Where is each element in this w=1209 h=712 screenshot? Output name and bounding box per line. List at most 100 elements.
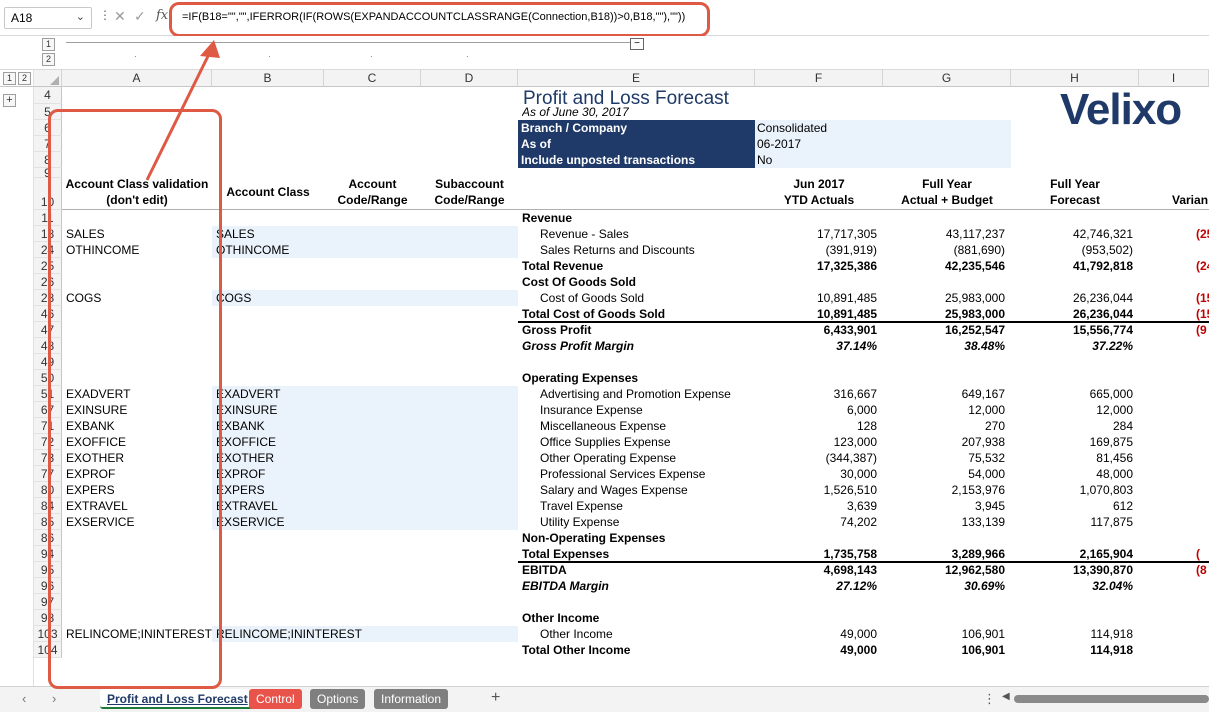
- sheet-tab-information[interactable]: Information: [374, 689, 449, 709]
- cancel-icon[interactable]: ✕: [114, 8, 126, 25]
- row-header-94[interactable]: 94: [34, 546, 62, 562]
- subaccount-code-input[interactable]: [421, 482, 518, 498]
- chevron-down-icon[interactable]: ⌄: [76, 10, 85, 23]
- column-header-a[interactable]: A: [62, 70, 212, 87]
- row-outline-level-2[interactable]: 2: [18, 72, 31, 85]
- collapse-group-button[interactable]: −: [630, 38, 644, 50]
- column-header-b[interactable]: B: [212, 70, 324, 87]
- account-class-validation-cell[interactable]: EXOFFICE: [66, 434, 216, 450]
- name-box[interactable]: A18 ⌄: [4, 7, 92, 29]
- account-class-validation-cell[interactable]: EXSERVICE: [66, 514, 216, 530]
- select-all-corner[interactable]: [34, 70, 62, 87]
- column-header-d[interactable]: D: [421, 70, 518, 87]
- outline-level-2[interactable]: 2: [42, 53, 55, 66]
- param-value[interactable]: No: [755, 152, 1011, 168]
- row-header-73[interactable]: 73: [34, 450, 62, 466]
- account-class-validation-cell[interactable]: EXADVERT: [66, 386, 216, 402]
- row-header-10[interactable]: 10: [34, 178, 62, 210]
- row-header-18[interactable]: 18: [34, 226, 62, 242]
- row-header-84[interactable]: 84: [34, 498, 62, 514]
- account-class-cell[interactable]: OTHINCOME: [216, 242, 376, 258]
- row-header-25[interactable]: 25: [34, 258, 62, 274]
- row-header-24[interactable]: 24: [34, 242, 62, 258]
- account-class-cell[interactable]: SALES: [216, 226, 376, 242]
- account-class-cell[interactable]: EXTRAVEL: [216, 498, 376, 514]
- row-header-7[interactable]: 7: [34, 136, 62, 152]
- formula-input[interactable]: =IF(B18="","",IFERROR(IF(ROWS(EXPANDACCO…: [176, 8, 706, 28]
- insert-function-icon[interactable]: fx: [156, 8, 168, 23]
- account-class-validation-cell[interactable]: COGS: [66, 290, 216, 306]
- row-header-97[interactable]: 97: [34, 594, 62, 610]
- more-options-icon[interactable]: ⋮: [983, 691, 996, 707]
- add-sheet-button[interactable]: +: [491, 689, 500, 707]
- horizontal-scrollbar[interactable]: [1014, 695, 1209, 703]
- account-class-cell[interactable]: EXPERS: [216, 482, 376, 498]
- enter-check-icon[interactable]: ✓: [134, 8, 146, 25]
- account-class-validation-cell[interactable]: EXINSURE: [66, 402, 216, 418]
- row-header-4[interactable]: 4: [34, 87, 62, 104]
- subaccount-code-input[interactable]: [421, 450, 518, 466]
- row-header-6[interactable]: 6: [34, 120, 62, 136]
- subaccount-code-input[interactable]: [421, 418, 518, 434]
- row-header-96[interactable]: 96: [34, 578, 62, 594]
- row-outline-level-1[interactable]: 1: [3, 72, 16, 85]
- account-class-cell[interactable]: EXBANK: [216, 418, 376, 434]
- row-header-98[interactable]: 98: [34, 610, 62, 626]
- subaccount-code-input[interactable]: [421, 402, 518, 418]
- sheet-tab-profit-and-loss-forecast[interactable]: Profit and Loss Forecast: [100, 689, 255, 709]
- account-class-validation-cell[interactable]: EXTRAVEL: [66, 498, 216, 514]
- row-header-28[interactable]: 28: [34, 290, 62, 306]
- row-header-80[interactable]: 80: [34, 482, 62, 498]
- param-value[interactable]: 06-2017: [755, 136, 1011, 152]
- account-class-cell[interactable]: EXADVERT: [216, 386, 376, 402]
- column-header-f[interactable]: F: [755, 70, 883, 87]
- row-header-85[interactable]: 85: [34, 514, 62, 530]
- scroll-left-icon[interactable]: ◀: [1002, 691, 1010, 702]
- row-header-72[interactable]: 72: [34, 434, 62, 450]
- expand-rows-button[interactable]: +: [3, 94, 16, 107]
- row-header-104[interactable]: 104: [34, 642, 62, 658]
- next-sheet-icon[interactable]: ›: [52, 691, 56, 706]
- subaccount-code-input[interactable]: [421, 290, 518, 306]
- account-class-cell[interactable]: COGS: [216, 290, 376, 306]
- account-class-cell[interactable]: RELINCOME;ININTEREST: [216, 626, 376, 642]
- account-class-validation-cell[interactable]: OTHINCOME: [66, 242, 216, 258]
- account-class-cell[interactable]: EXOFFICE: [216, 434, 376, 450]
- row-header-103[interactable]: 103: [34, 626, 62, 642]
- more-options-icon[interactable]: ⋮: [99, 8, 111, 22]
- account-class-cell[interactable]: EXSERVICE: [216, 514, 376, 530]
- subaccount-code-input[interactable]: [421, 466, 518, 482]
- subaccount-code-input[interactable]: [421, 226, 518, 242]
- row-header-50[interactable]: 50: [34, 370, 62, 386]
- row-header-11[interactable]: 11: [34, 210, 62, 226]
- subaccount-code-input[interactable]: [421, 626, 518, 642]
- row-header-26[interactable]: 26: [34, 274, 62, 290]
- subaccount-code-input[interactable]: [421, 498, 518, 514]
- row-header-9[interactable]: 9: [34, 167, 62, 179]
- account-class-validation-cell[interactable]: EXPERS: [66, 482, 216, 498]
- row-header-48[interactable]: 48: [34, 338, 62, 354]
- account-class-validation-cell[interactable]: RELINCOME;ININTEREST: [66, 626, 216, 642]
- account-class-validation-cell[interactable]: EXBANK: [66, 418, 216, 434]
- row-header-49[interactable]: 49: [34, 354, 62, 370]
- row-header-67[interactable]: 67: [34, 402, 62, 418]
- column-header-e[interactable]: E: [518, 70, 755, 87]
- subaccount-code-input[interactable]: [421, 514, 518, 530]
- subaccount-code-input[interactable]: [421, 242, 518, 258]
- outline-level-1[interactable]: 1: [42, 38, 55, 51]
- subaccount-code-input[interactable]: [421, 434, 518, 450]
- account-class-cell[interactable]: EXPROF: [216, 466, 376, 482]
- account-class-validation-cell[interactable]: EXOTHER: [66, 450, 216, 466]
- prev-sheet-icon[interactable]: ‹: [22, 691, 26, 706]
- sheet-tab-options[interactable]: Options: [310, 689, 366, 709]
- subaccount-code-input[interactable]: [421, 386, 518, 402]
- row-header-51[interactable]: 51: [34, 386, 62, 402]
- sheet-tab-control[interactable]: Control: [249, 689, 302, 709]
- account-class-cell[interactable]: EXINSURE: [216, 402, 376, 418]
- account-class-validation-cell[interactable]: SALES: [66, 226, 216, 242]
- row-header-77[interactable]: 77: [34, 466, 62, 482]
- row-header-47[interactable]: 47: [34, 322, 62, 338]
- row-header-95[interactable]: 95: [34, 562, 62, 578]
- row-header-71[interactable]: 71: [34, 418, 62, 434]
- row-header-5[interactable]: 5: [34, 104, 62, 120]
